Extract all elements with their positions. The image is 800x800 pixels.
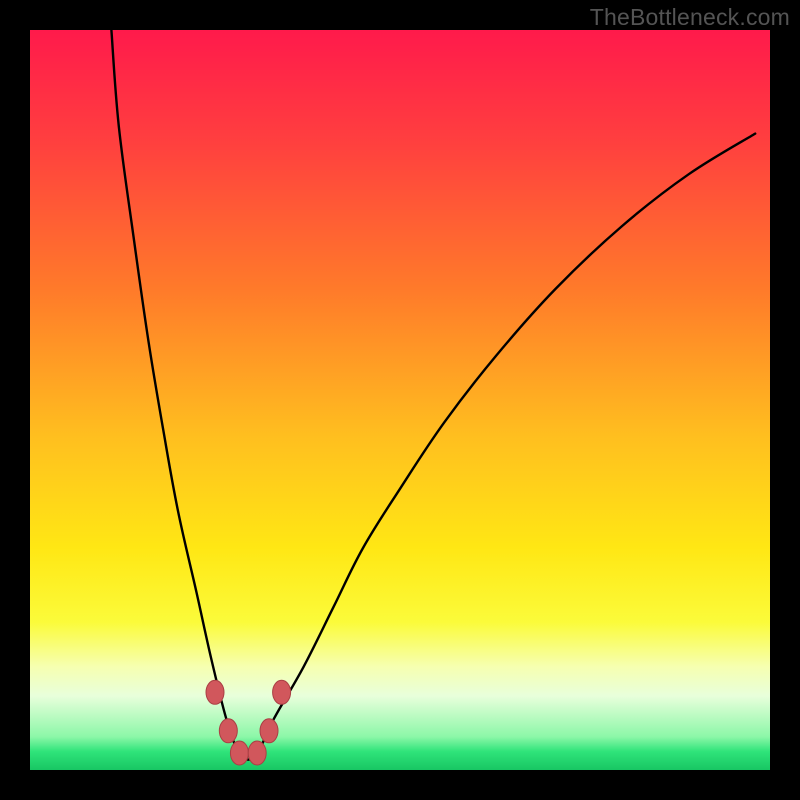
chart-frame: TheBottleneck.com (0, 0, 800, 800)
curve-marker (219, 719, 237, 743)
curve-marker (230, 741, 248, 765)
gradient-background (30, 30, 770, 770)
plot-area (30, 30, 770, 770)
curve-marker (248, 741, 266, 765)
curve-marker (273, 680, 291, 704)
curve-marker (206, 680, 224, 704)
bottleneck-chart (30, 30, 770, 770)
curve-marker (260, 719, 278, 743)
watermark-label: TheBottleneck.com (590, 4, 790, 31)
